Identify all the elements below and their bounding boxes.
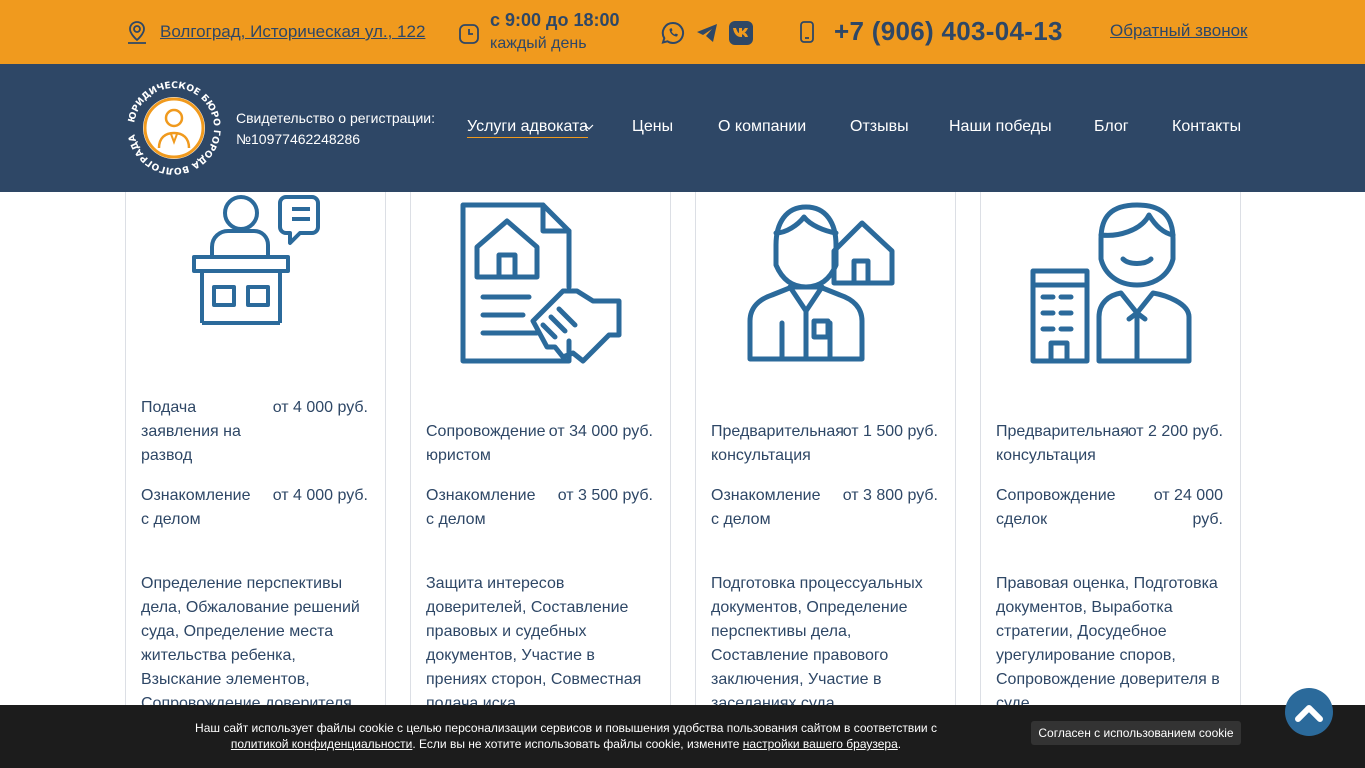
cookie-text: . Если вы не хотите использовать файлы c… — [412, 737, 743, 751]
nav-item-prices[interactable]: Цены — [632, 118, 673, 136]
mobile-phone-icon — [800, 20, 814, 43]
service-row: Ознакомление с делом от 4 000 руб. — [141, 484, 368, 532]
nav-item-about[interactable]: О компании — [718, 118, 806, 136]
service-name: Предварительная консультация — [996, 423, 1129, 464]
social-links — [660, 20, 754, 46]
telegram-icon[interactable] — [695, 21, 719, 45]
service-row: Сопровождение юристом от 34 000 руб. — [426, 420, 653, 468]
whatsapp-icon[interactable] — [660, 20, 686, 46]
man-with-house-icon — [747, 204, 895, 362]
cookie-text: . — [897, 737, 902, 751]
service-price: от 34 000 руб. — [548, 423, 653, 440]
main-nav: Услуги адвоката Цены О компании Отзывы Н… — [0, 118, 1365, 140]
service-row: Ознакомление с делом от 3 800 руб. — [711, 484, 938, 532]
browser-settings-link[interactable]: настройки вашего браузера — [743, 737, 898, 751]
service-name: Ознакомление с делом — [426, 487, 536, 528]
service-price: от 1 500 руб. — [842, 423, 938, 440]
callback-link[interactable]: Обратный звонок — [1110, 21, 1247, 41]
nav-item-reviews[interactable]: Отзывы — [850, 118, 909, 136]
cookie-text: Наш сайт использует файлы cookie с целью… — [195, 721, 937, 735]
service-price: от 4 000 руб. — [272, 399, 368, 416]
hours-days: каждый день — [490, 35, 587, 52]
privacy-policy-link[interactable]: политикой конфиденциальности — [231, 737, 412, 751]
location-pin-icon — [128, 21, 146, 44]
nav-item-lawyer-services[interactable]: Услуги адвоката — [467, 118, 589, 138]
service-row: Предварительная консультация от 2 200 ру… — [996, 420, 1223, 468]
service-description: Защита интересов доверителей, Составлени… — [426, 575, 642, 712]
service-name: Ознакомление с делом — [141, 487, 251, 528]
service-price: от 2 200 руб. — [1127, 423, 1223, 440]
service-card[interactable]: Сопровождение юристом от 34 000 руб. Озн… — [410, 150, 671, 768]
top-bar: Волгоград, Историческая ул., 122 с 9:00 … — [0, 0, 1365, 64]
service-name: Предварительная консультация — [711, 423, 844, 464]
service-row: Сопровождение сделок от 24 000 руб. — [996, 484, 1223, 532]
vk-icon[interactable] — [728, 20, 754, 46]
phone-number[interactable]: +7 (906) 403-04-13 — [834, 16, 1063, 47]
service-row: Предварительная консультация от 1 500 ру… — [711, 420, 938, 468]
nav-item-victories[interactable]: Наши победы — [949, 118, 1052, 136]
service-description: Подготовка процессуальных документов, Оп… — [711, 575, 923, 712]
working-hours: с 9:00 до 18:00 каждый день — [458, 8, 620, 56]
service-price: от 24 000 руб. — [1153, 487, 1223, 528]
service-card[interactable]: Подача заявления на развод от 4 000 руб.… — [125, 150, 386, 768]
property-contract-handshake-icon — [460, 202, 622, 364]
service-price: от 3 500 руб. — [557, 487, 653, 504]
main-header: ЮРИДИЧЕСКОЕ БЮРО ГОРОДА ВОЛГОГРАДА Свиде… — [0, 64, 1365, 192]
phone-block: +7 (906) 403-04-13 — [798, 16, 1063, 47]
service-card[interactable]: Предварительная консультация от 2 200 ру… — [980, 150, 1241, 768]
businessman-with-building-icon — [1030, 202, 1192, 364]
scroll-to-top-button[interactable] — [1285, 688, 1333, 736]
cookie-accept-button[interactable]: Согласен с использованием cookie — [1031, 721, 1241, 745]
service-price: от 4 000 руб. — [272, 487, 368, 504]
service-card[interactable]: Предварительная консультация от 1 500 ру… — [695, 150, 956, 768]
chevron-down-icon[interactable] — [584, 124, 594, 131]
address-link[interactable]: Волгоград, Историческая ул., 122 — [124, 19, 425, 45]
service-name: Ознакомление с делом — [711, 487, 821, 528]
clock-icon — [459, 24, 479, 44]
service-row: Подача заявления на развод от 4 000 руб. — [141, 396, 368, 468]
service-row: Ознакомление с делом от 3 500 руб. — [426, 484, 653, 532]
address-text[interactable]: Волгоград, Историческая ул., 122 — [160, 22, 425, 42]
cookie-message: Наш сайт использует файлы cookie с целью… — [170, 720, 962, 752]
hours-time: с 9:00 до 18:00 — [490, 10, 620, 30]
service-description: Определение перспективы дела, Обжаловани… — [141, 575, 360, 712]
service-name: Сопровождение сделок — [996, 487, 1116, 528]
chevron-up-icon — [1295, 705, 1323, 722]
nav-item-contacts[interactable]: Контакты — [1172, 118, 1241, 136]
service-name: Сопровождение юристом — [426, 423, 546, 464]
lawyer-at-desk-icon — [192, 195, 320, 325]
cookie-banner: Наш сайт использует файлы cookie с целью… — [0, 705, 1365, 768]
service-price: от 3 800 руб. — [842, 487, 938, 504]
service-description: Правовая оценка, Подготовка документов, … — [996, 575, 1220, 712]
service-name: Подача заявления на развод — [141, 399, 241, 464]
nav-item-blog[interactable]: Блог — [1094, 118, 1129, 136]
